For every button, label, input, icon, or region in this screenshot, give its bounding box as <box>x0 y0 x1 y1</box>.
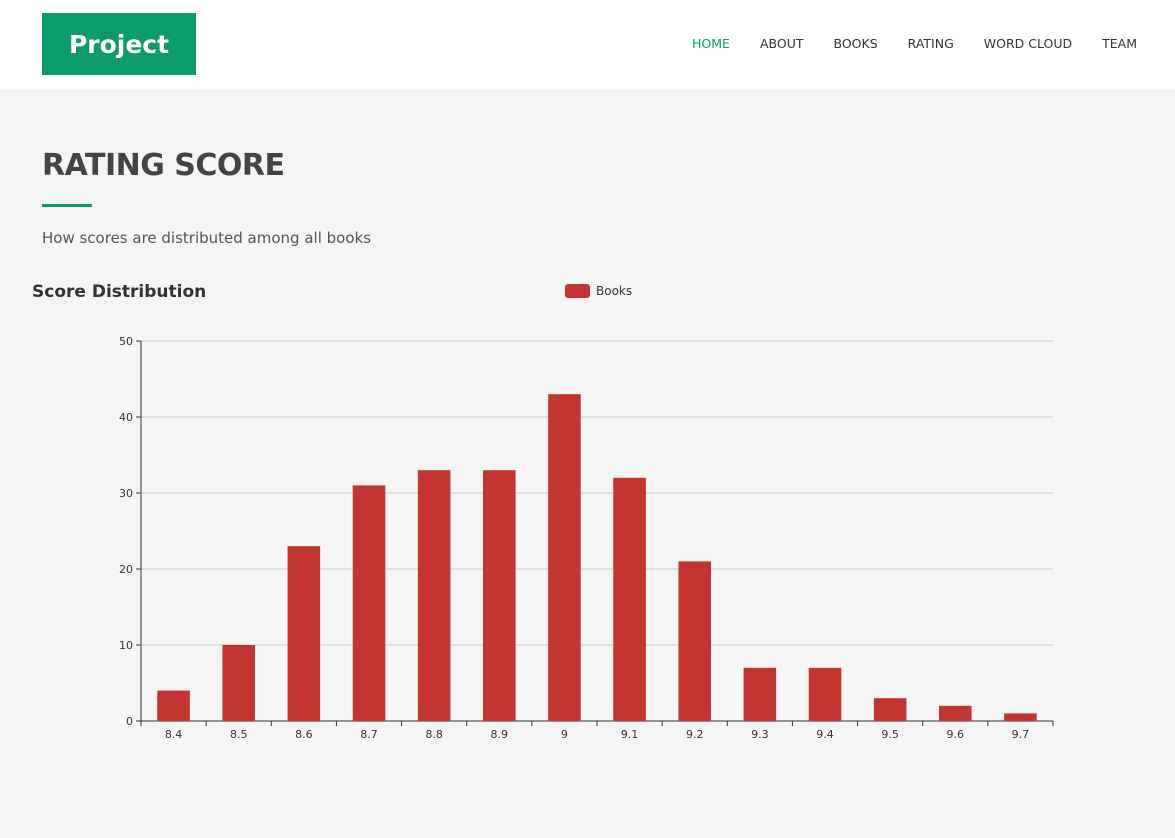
x-tick-label: 9.7 <box>1012 728 1030 741</box>
bar[interactable] <box>483 470 516 721</box>
bar-chart: 0 10 20 30 40 50 8.4 8.5 8.6 8.7 8.8 8.9 9 9.1 9.2 9.3 9… <box>119 335 1054 741</box>
bar[interactable] <box>613 477 646 721</box>
bar[interactable] <box>548 394 581 721</box>
x-tick-label: 9.5 <box>881 728 899 741</box>
bar[interactable] <box>287 546 321 721</box>
x-tick-label: 9.2 <box>686 728 704 741</box>
y-tick-label: 40 <box>119 411 133 424</box>
x-tick-label: 9.4 <box>816 728 834 741</box>
bar[interactable] <box>417 470 451 721</box>
x-tick-label: 8.9 <box>491 728 509 741</box>
bar[interactable] <box>222 645 255 721</box>
bar[interactable] <box>1004 713 1037 721</box>
bar[interactable] <box>808 667 842 721</box>
bar[interactable] <box>873 698 907 721</box>
y-tick-label: 50 <box>119 335 133 348</box>
bar[interactable] <box>352 485 386 721</box>
x-tick-label: 9.1 <box>621 728 639 741</box>
bar[interactable] <box>743 667 777 721</box>
x-tick-label: 9.6 <box>947 728 965 741</box>
x-tick-label: 9 <box>561 728 568 741</box>
x-tick-label: 8.5 <box>230 728 248 741</box>
y-tick-label: 10 <box>119 639 133 652</box>
bar[interactable] <box>157 690 190 721</box>
y-tick-label: 30 <box>119 487 133 500</box>
y-tick-label: 0 <box>126 715 133 728</box>
x-tick-label: 8.8 <box>425 728 443 741</box>
x-tick-label: 8.4 <box>165 728 183 741</box>
x-tick-label: 8.7 <box>360 728 378 741</box>
y-tick-label: 20 <box>119 563 133 576</box>
x-tick-label: 8.6 <box>295 728 313 741</box>
bar[interactable] <box>939 705 972 721</box>
x-tick-label: 9.3 <box>751 728 769 741</box>
bar[interactable] <box>678 561 711 721</box>
